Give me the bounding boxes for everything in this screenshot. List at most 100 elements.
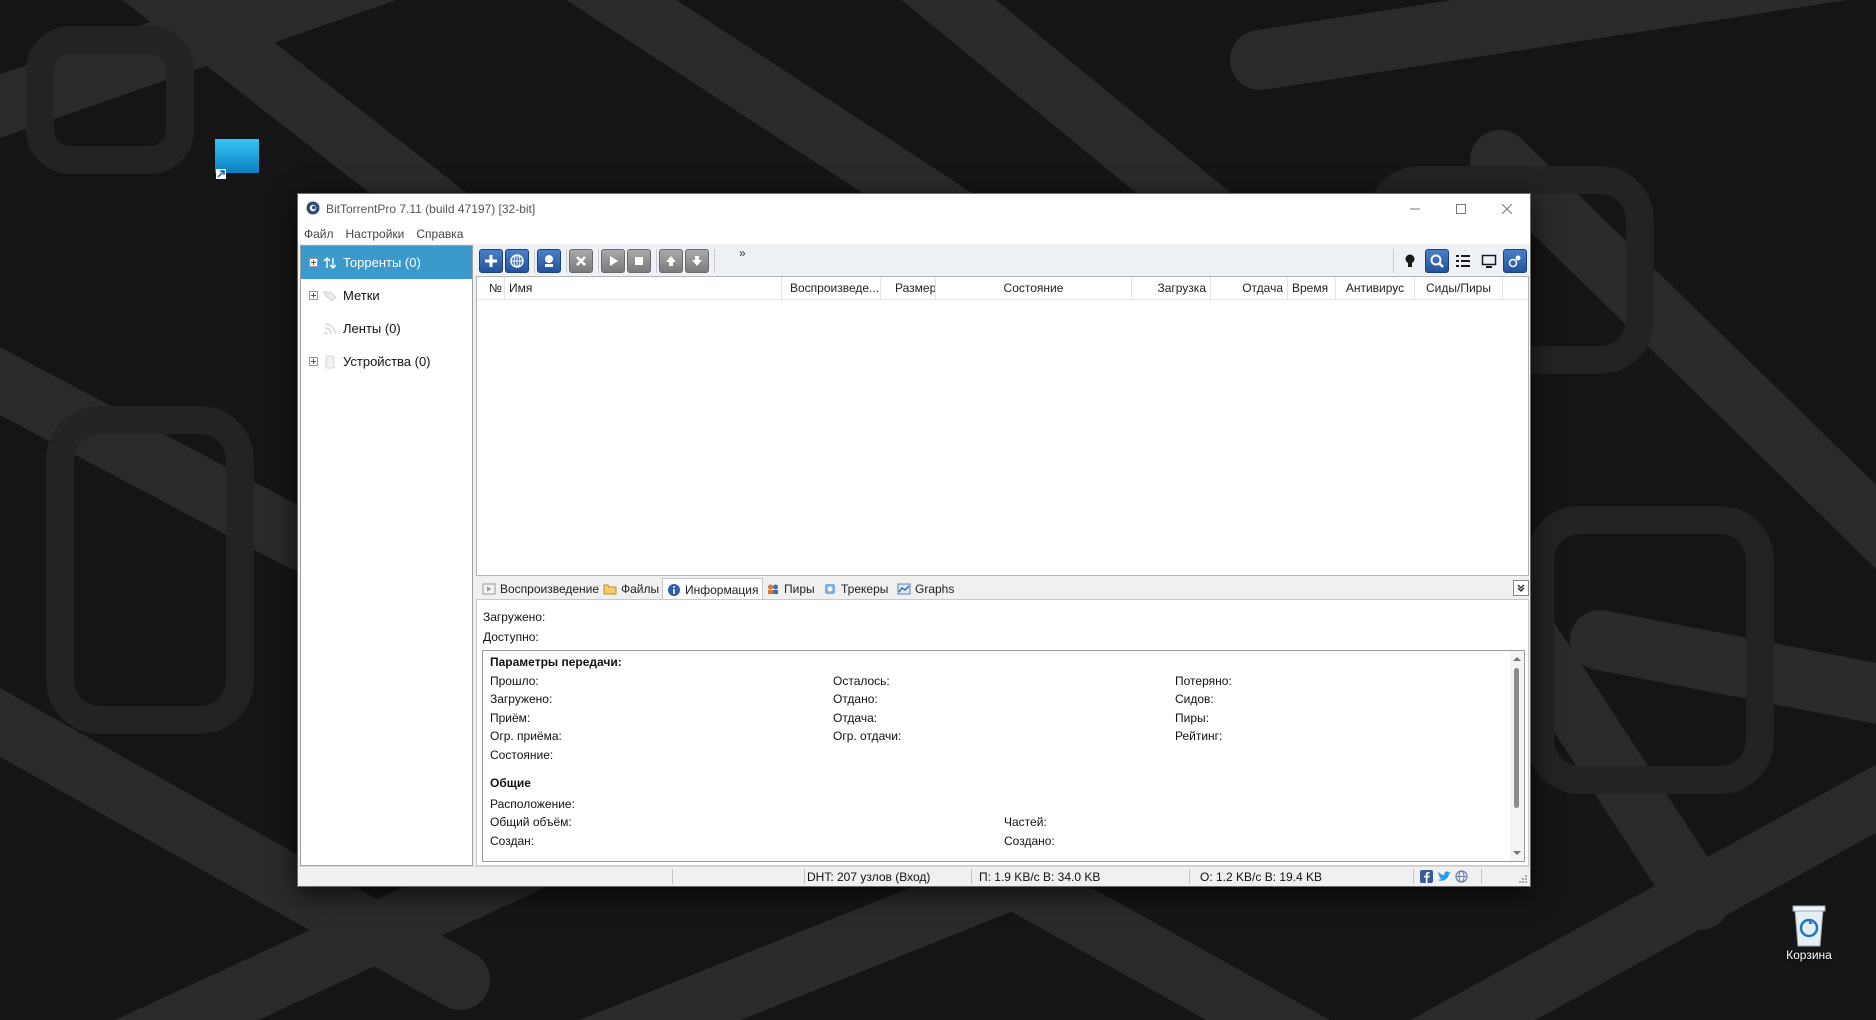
tab-files[interactable]: Файлы <box>603 580 659 598</box>
remaining-label: Осталось: <box>833 674 890 688</box>
expand-icon[interactable] <box>309 258 318 267</box>
remove-torrent-button[interactable] <box>569 249 593 273</box>
create-torrent-icon <box>545 255 553 267</box>
column-name[interactable]: Имя <box>505 277 782 299</box>
start-button[interactable] <box>601 249 625 273</box>
menu-bar: Файл Настройки Справка <box>298 224 1530 244</box>
wasted-label: Потеряно: <box>1175 674 1232 688</box>
torrent-list[interactable]: № Имя Воспроизведе... Размер Состояние З… <box>476 276 1529 576</box>
upload-status: О: 1.2 KB/с В: 19.4 KB <box>1200 870 1323 884</box>
facebook-icon[interactable] <box>1420 870 1433 886</box>
tab-info[interactable]: Информация <box>662 578 764 600</box>
search-icon <box>1430 254 1444 268</box>
trackers-icon <box>823 582 837 596</box>
title-bar[interactable]: BitTorrentPro 7.11 (build 47197) [32-bit… <box>298 194 1530 224</box>
move-up-button[interactable] <box>659 249 683 273</box>
remote-icon <box>1508 255 1521 268</box>
scroll-thumb[interactable] <box>1514 668 1519 808</box>
bittorrent-window: BitTorrentPro 7.11 (build 47197) [32-bit… <box>297 193 1531 887</box>
info-panel: Загружено: Доступно: Параметры передачи:… <box>476 599 1529 866</box>
scroll-down-icon[interactable] <box>1510 847 1524 859</box>
download-limit-label: Огр. приёма: <box>490 729 562 743</box>
desktop-shortcut[interactable] <box>212 137 262 184</box>
tab-peers[interactable]: Пиры <box>766 580 815 598</box>
move-up-icon <box>666 256 676 266</box>
toolbar: » <box>475 245 1530 277</box>
upload-limit-label: Огр. отдачи: <box>833 729 902 743</box>
scroll-up-icon[interactable] <box>1510 653 1524 665</box>
menu-file[interactable]: Файл <box>298 224 340 241</box>
column-upload[interactable]: Отдача <box>1211 277 1288 299</box>
column-playback[interactable]: Воспроизведе... <box>782 277 881 299</box>
play-tab-icon <box>482 582 496 596</box>
dht-status: DHT: 207 узлов (Вход) <box>807 870 931 884</box>
collapse-panel-button[interactable] <box>1513 580 1529 596</box>
search-button[interactable] <box>1425 249 1449 273</box>
elapsed-label: Прошло: <box>490 674 539 688</box>
sidebar-item-label: Метки <box>343 288 380 303</box>
column-status[interactable]: Состояние <box>936 277 1132 299</box>
column-seeds-peers[interactable]: Сиды/Пиры <box>1415 277 1503 299</box>
screen-button[interactable] <box>1477 249 1501 273</box>
download-speed-label: Приём: <box>490 711 531 725</box>
list-view-button[interactable] <box>1451 249 1475 273</box>
sidebar-item-labels[interactable]: Метки <box>301 279 472 312</box>
tag-icon <box>323 289 337 303</box>
menu-settings[interactable]: Настройки <box>340 224 411 241</box>
expand-icon[interactable] <box>309 291 318 300</box>
seeds-label: Сидов: <box>1175 692 1214 706</box>
create-torrent-button[interactable] <box>537 249 561 273</box>
move-down-icon <box>692 256 702 266</box>
status-bar: DHT: 207 узлов (Вход) П: 1.9 KB/с В: 34.… <box>298 866 1530 886</box>
column-download[interactable]: Загрузка <box>1132 277 1211 299</box>
tab-trackers[interactable]: Трекеры <box>823 580 888 598</box>
tab-playback[interactable]: Воспроизведение <box>482 580 599 598</box>
column-size[interactable]: Размер <box>881 277 936 299</box>
add-url-button[interactable] <box>505 249 529 273</box>
recycle-bin-icon <box>1792 905 1826 947</box>
sidebar-item-torrents[interactable]: Торренты (0) <box>301 246 472 279</box>
chevron-down-icon <box>1517 584 1525 592</box>
list-header: № Имя Воспроизведе... Размер Состояние З… <box>477 277 1528 300</box>
bulb-button[interactable] <box>1398 249 1422 273</box>
info-icon <box>667 583 681 597</box>
pieces-label: Частей: <box>1004 815 1047 829</box>
move-down-button[interactable] <box>685 249 709 273</box>
menu-help[interactable]: Справка <box>410 224 469 241</box>
recycle-bin-label: Корзина <box>1786 948 1832 962</box>
sidebar-item-feeds[interactable]: Ленты (0) <box>301 312 472 345</box>
column-number[interactable]: № <box>477 277 505 299</box>
close-button[interactable] <box>1484 194 1530 224</box>
maximize-button[interactable] <box>1438 194 1484 224</box>
resize-grip-icon[interactable] <box>1518 874 1528 884</box>
transfer-params-box[interactable]: Параметры передачи: Прошло: Загружено: П… <box>482 650 1525 862</box>
column-antivirus[interactable]: Антивирус <box>1336 277 1415 299</box>
graph-icon <box>897 582 911 596</box>
general-heading: Общие <box>490 776 531 790</box>
remote-button[interactable] <box>1503 249 1527 273</box>
sidebar-item-devices[interactable]: Устройства (0) <box>301 345 472 378</box>
column-time[interactable]: Время <box>1288 277 1336 299</box>
app-logo-icon <box>306 201 320 215</box>
created-label: Создан: <box>490 834 535 848</box>
globe-icon[interactable] <box>1455 870 1468 886</box>
screen-icon <box>1481 254 1497 268</box>
add-torrent-button[interactable] <box>479 249 503 273</box>
expand-icon[interactable] <box>309 357 318 366</box>
stop-button[interactable] <box>627 249 651 273</box>
params-scrollbar[interactable] <box>1510 651 1524 861</box>
close-icon <box>1502 204 1512 214</box>
sidebar-item-label: Устройства (0) <box>343 354 431 369</box>
tab-label: Воспроизведение <box>500 582 600 596</box>
stop-icon <box>635 257 643 265</box>
sidebar-item-label: Торренты (0) <box>343 255 421 270</box>
minimize-button[interactable] <box>1392 194 1438 224</box>
minimize-icon <box>1410 208 1420 210</box>
list-view-icon <box>1456 255 1470 267</box>
start-icon <box>610 256 618 266</box>
tab-graphs[interactable]: Graphs <box>897 580 954 598</box>
device-icon <box>323 355 337 369</box>
recycle-bin[interactable]: Корзина <box>1778 902 1840 962</box>
twitter-icon[interactable] <box>1437 870 1452 886</box>
toolbar-overflow[interactable]: » <box>739 246 746 260</box>
